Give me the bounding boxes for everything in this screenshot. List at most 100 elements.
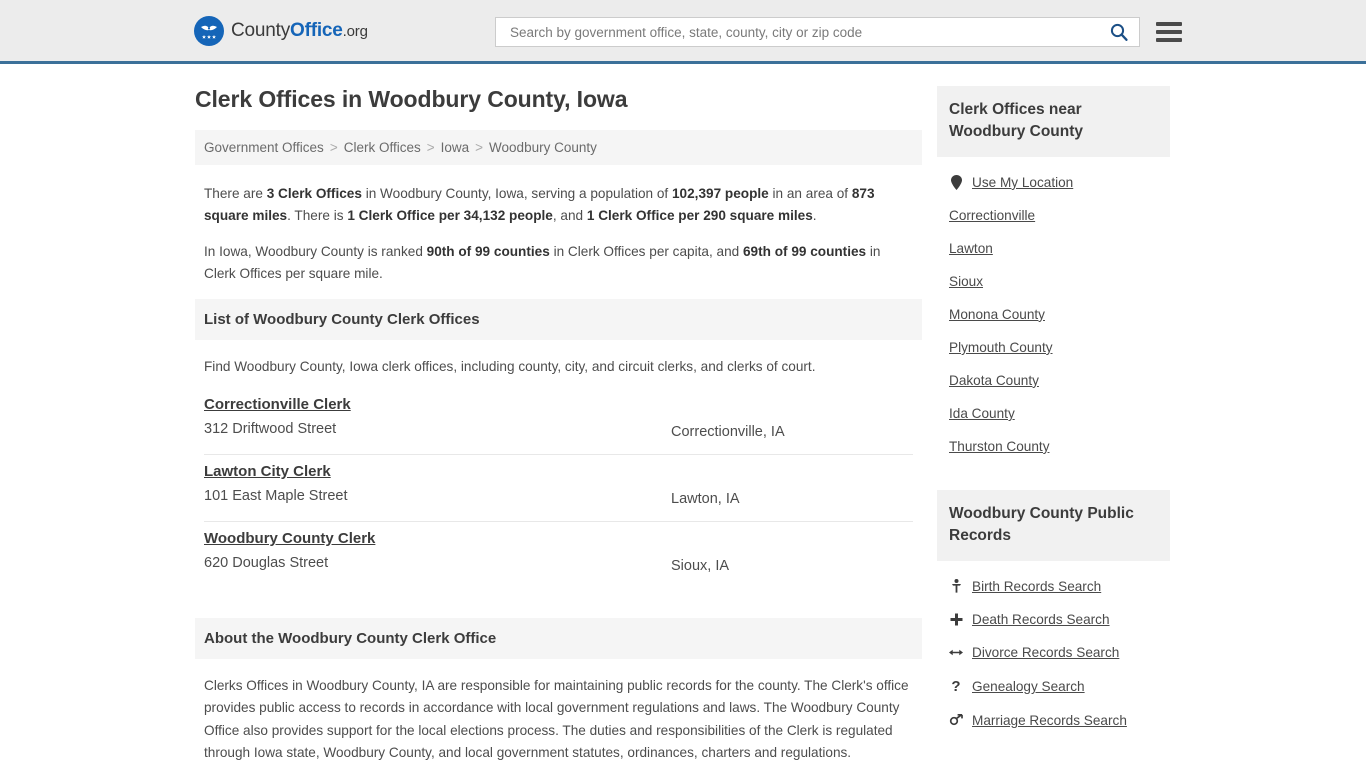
- office-list-item: Lawton City Clerk 101 East Maple Street …: [204, 455, 913, 522]
- sidebar-item-ida-county[interactable]: Ida County: [949, 400, 1158, 433]
- sidebar-link-label[interactable]: Monona County: [949, 307, 1045, 322]
- breadcrumb-item-government-offices[interactable]: Government Offices: [204, 140, 324, 155]
- sidebar-link-label[interactable]: Lawton: [949, 241, 993, 256]
- stat-rank-per-area: 69th of 99 counties: [742, 244, 867, 260]
- sidebar-item-genealogy-search[interactable]: ? Genealogy Search: [949, 672, 1158, 707]
- sidebar: Clerk Offices near Woodbury County Use M…: [937, 86, 1170, 768]
- sidebar-link-label[interactable]: Sioux: [949, 274, 983, 289]
- breadcrumb-item-woodbury-county[interactable]: Woodbury County: [489, 140, 597, 155]
- sidebar-link-label[interactable]: Thurston County: [949, 439, 1050, 454]
- sidebar-link-label[interactable]: Birth Records Search: [972, 579, 1101, 594]
- site-header: CountyOffice.org: [0, 0, 1366, 64]
- stat-per-capita: 1 Clerk Office per 34,132 people: [347, 208, 553, 224]
- sidebar-link-label[interactable]: Death Records Search: [972, 612, 1110, 627]
- breadcrumb-separator: >: [329, 140, 338, 155]
- office-address: 312 Driftwood Street: [204, 420, 337, 437]
- sidebar-item-dakota-county[interactable]: Dakota County: [949, 367, 1158, 400]
- hamburger-bar: [1156, 38, 1182, 42]
- intro-text: . There is: [287, 208, 348, 224]
- sidebar-link-label[interactable]: Ida County: [949, 406, 1015, 421]
- office-name-link[interactable]: Woodbury County Clerk: [204, 530, 375, 547]
- breadcrumb-separator: >: [426, 140, 435, 155]
- sidebar-item-divorce-records-search[interactable]: Divorce Records Search: [949, 639, 1158, 672]
- list-section-description: Find Woodbury County, Iowa clerk offices…: [204, 359, 816, 375]
- stat-per-area: 1 Clerk Office per 290 square miles: [586, 208, 813, 224]
- question-mark-icon: ?: [951, 677, 961, 695]
- breadcrumb-item-clerk-offices[interactable]: Clerk Offices: [344, 140, 421, 155]
- sidebar-link-label[interactable]: Use My Location: [972, 175, 1073, 190]
- sidebar-link-label[interactable]: Marriage Records Search: [972, 713, 1127, 728]
- office-list-item: Correctionville Clerk 312 Driftwood Stre…: [204, 388, 913, 455]
- office-list: Correctionville Clerk 312 Driftwood Stre…: [195, 388, 922, 588]
- page-body: Clerk Offices in Woodbury County, Iowa G…: [0, 64, 1366, 768]
- breadcrumb: Government Offices > Clerk Offices > Iow…: [195, 130, 922, 165]
- about-paragraph: Clerks Offices in Woodbury County, IA ar…: [204, 677, 909, 761]
- search-box[interactable]: [495, 17, 1140, 47]
- stat-rank-per-capita: 90th of 99 counties: [426, 244, 550, 260]
- office-details: Lawton City Clerk 101 East Maple Street: [204, 463, 671, 504]
- breadcrumb-separator: >: [475, 140, 484, 155]
- eagle-badge-icon: [194, 15, 224, 46]
- hamburger-bar: [1156, 30, 1182, 34]
- sidebar-public-records-block: Woodbury County Public Records Birth Rec…: [937, 489, 1170, 740]
- intro-text: .: [812, 208, 817, 224]
- map-pin-icon: [949, 174, 963, 190]
- sidebar-item-thurston-county[interactable]: Thurston County: [949, 433, 1158, 466]
- search-icon[interactable]: [1107, 22, 1131, 42]
- intro-statistics: There are 3 Clerk Offices in Woodbury Co…: [195, 165, 922, 285]
- office-details: Woodbury County Clerk 620 Douglas Street: [204, 530, 671, 571]
- sidebar-link-label[interactable]: Plymouth County: [949, 340, 1053, 355]
- left-right-arrow-icon: [949, 647, 963, 658]
- intro-paragraph-2: In Iowa, Woodbury County is ranked 90th …: [204, 241, 913, 285]
- sidebar-link-label[interactable]: Correctionville: [949, 208, 1035, 223]
- search-input[interactable]: [508, 18, 1107, 46]
- about-section-body: Clerks Offices in Woodbury County, IA ar…: [195, 659, 922, 765]
- intro-text: in an area of: [768, 186, 852, 201]
- page-title: Clerk Offices in Woodbury County, Iowa: [195, 86, 628, 112]
- logo-text-org: .org: [342, 22, 368, 40]
- mars-venus-icon: [949, 714, 963, 726]
- sidebar-item-monona-county[interactable]: Monona County: [949, 301, 1158, 334]
- breadcrumb-item-iowa[interactable]: Iowa: [441, 140, 470, 155]
- office-address: 620 Douglas Street: [204, 554, 329, 571]
- sidebar-item-marriage-records-search[interactable]: Marriage Records Search: [949, 707, 1158, 740]
- sidebar-link-label[interactable]: Divorce Records Search: [972, 645, 1119, 660]
- sidebar-item-lawton[interactable]: Lawton: [949, 235, 1158, 268]
- sidebar-item-correctionville[interactable]: Correctionville: [949, 202, 1158, 235]
- office-city-state: Correctionville, IA: [671, 423, 785, 440]
- about-section-heading: About the Woodbury County Clerk Office: [195, 617, 922, 659]
- logo-text-office: Office: [290, 19, 343, 41]
- sidebar-public-records-heading: Woodbury County Public Records: [937, 489, 1170, 561]
- office-city-state: Sioux, IA: [671, 557, 730, 574]
- sidebar-link-label[interactable]: Genealogy Search: [972, 679, 1085, 694]
- baby-icon: [949, 579, 963, 593]
- sidebar-item-plymouth-county[interactable]: Plymouth County: [949, 334, 1158, 367]
- intro-text: in Woodbury County, Iowa, serving a popu…: [361, 186, 672, 201]
- list-section-heading: List of Woodbury County Clerk Offices: [195, 299, 922, 341]
- intro-text: In Iowa, Woodbury County is ranked: [204, 244, 427, 260]
- sidebar-item-death-records-search[interactable]: Death Records Search: [949, 606, 1158, 639]
- main-content: Clerk Offices in Woodbury County, Iowa G…: [195, 86, 922, 768]
- cross-icon: [949, 613, 963, 626]
- sidebar-item-sioux[interactable]: Sioux: [949, 268, 1158, 301]
- office-details: Correctionville Clerk 312 Driftwood Stre…: [204, 396, 671, 437]
- intro-paragraph-1: There are 3 Clerk Offices in Woodbury Co…: [204, 183, 913, 227]
- sidebar-public-records-links: Birth Records Search Death Records Searc…: [937, 561, 1170, 740]
- office-name-link[interactable]: Lawton City Clerk: [204, 463, 331, 480]
- office-name-link[interactable]: Correctionville Clerk: [204, 396, 351, 413]
- logo-text: CountyOffice.org: [231, 20, 368, 42]
- site-logo[interactable]: CountyOffice.org: [194, 15, 368, 46]
- sidebar-item-use-my-location[interactable]: Use My Location: [949, 169, 1158, 202]
- intro-text: There are: [204, 186, 267, 201]
- hamburger-menu-icon[interactable]: [1156, 22, 1182, 42]
- sidebar-link-label[interactable]: Dakota County: [949, 373, 1039, 388]
- sidebar-item-birth-records-search[interactable]: Birth Records Search: [949, 573, 1158, 606]
- sidebar-nearby-links: Use My Location Correctionville Lawton S…: [937, 157, 1170, 466]
- search-area: [495, 17, 1182, 47]
- logo-text-county: County: [231, 19, 291, 41]
- sidebar-nearby-heading: Clerk Offices near Woodbury County: [937, 86, 1170, 157]
- intro-text: in Clerk Offices per capita, and: [549, 244, 743, 260]
- stat-office-count: 3 Clerk Offices: [266, 186, 362, 201]
- stat-population: 102,397 people: [672, 186, 769, 201]
- office-address: 101 East Maple Street: [204, 487, 348, 504]
